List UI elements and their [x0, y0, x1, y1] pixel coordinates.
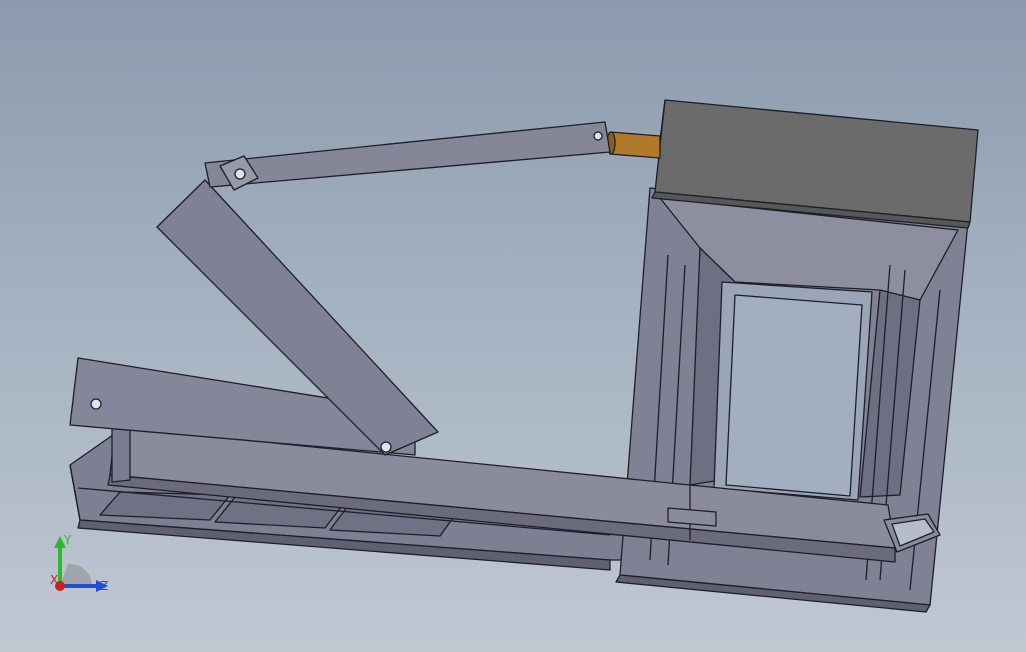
x-axis-label: X [50, 573, 58, 587]
y-axis-label: Y [63, 533, 72, 547]
coordinate-triad: Y Z X [50, 533, 108, 593]
3d-viewport[interactable]: Y Z X [0, 0, 1026, 652]
bronze-shaft[interactable] [606, 131, 661, 159]
z-axis-label: Z [100, 579, 108, 593]
assembly-model[interactable] [0, 0, 1026, 652]
upper-link-bar[interactable] [204, 121, 611, 188]
